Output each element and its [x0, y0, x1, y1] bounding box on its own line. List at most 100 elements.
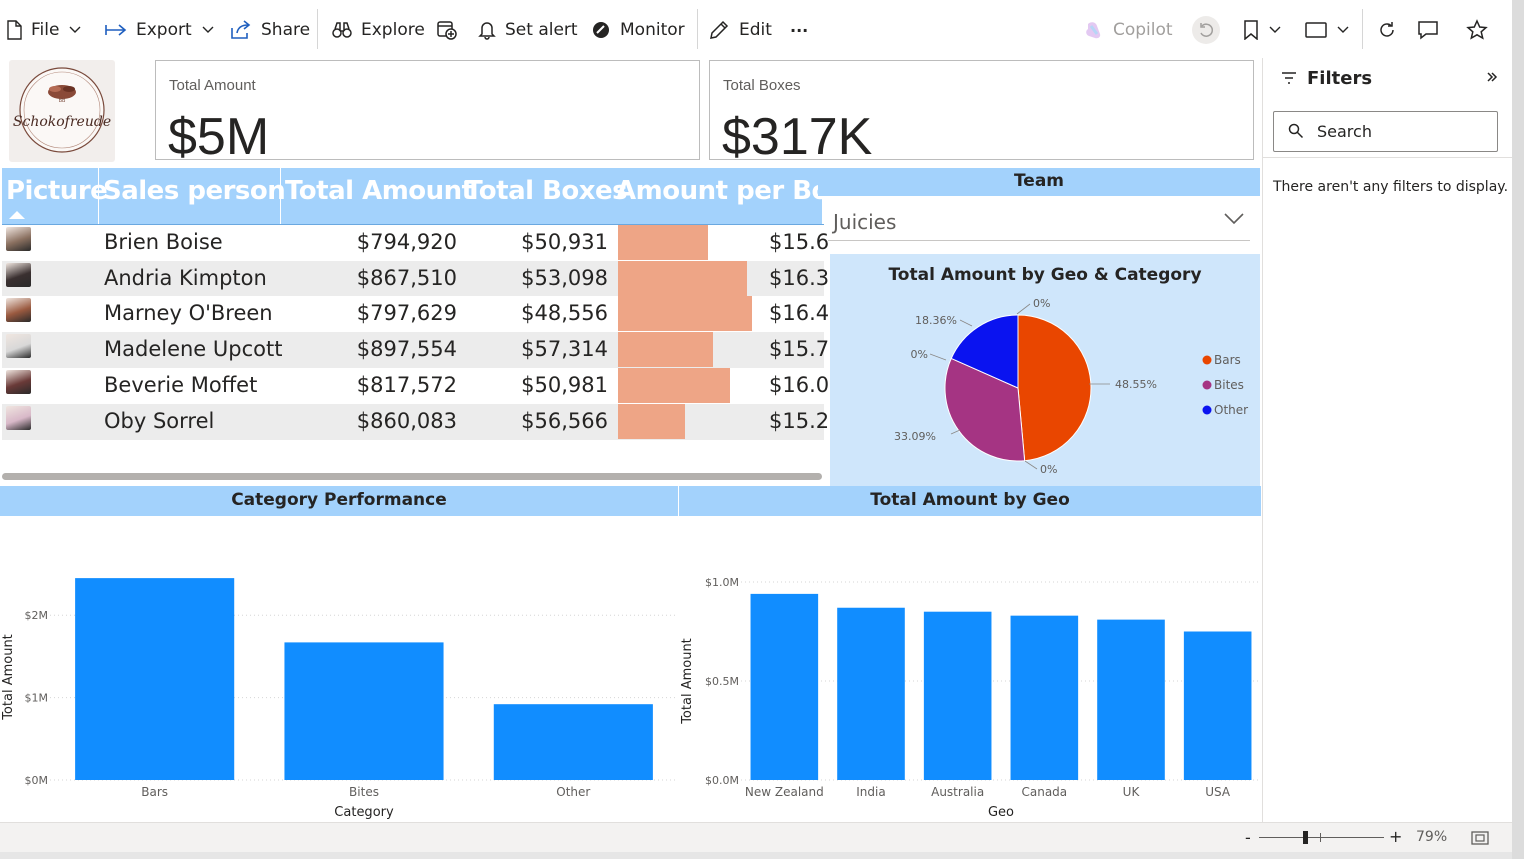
status-bar: - + 79%	[0, 822, 1512, 852]
subscribe-button[interactable]	[436, 18, 458, 42]
pie-data-label: 18.36%	[915, 314, 957, 327]
table-row[interactable]: Oby Sorrel $860,083 $56,566 $15.2	[2, 403, 829, 440]
legend-label-bites[interactable]: Bites	[1214, 378, 1244, 392]
bar-uk[interactable]	[1097, 619, 1165, 780]
filters-search-input[interactable]: Search	[1273, 111, 1498, 152]
y-axis-title: Total Amount	[680, 638, 695, 725]
pie-leader-line	[1024, 460, 1038, 470]
salesperson-photo	[6, 227, 31, 251]
amount-per-box-cell: $15.6	[769, 230, 830, 254]
geo-bar-chart[interactable]: $0.0M $0.5M $1.0M New Zealand India Australia…	[679, 516, 1261, 822]
table-row[interactable]: Madelene Upcott $897,554 $57,314 $15.7	[2, 332, 829, 369]
bar-usa[interactable]	[1183, 631, 1252, 781]
category-chart-title: Category Performance	[0, 486, 678, 516]
x-tick-label: Australia	[931, 785, 984, 799]
bar-bars[interactable]	[75, 578, 235, 780]
copilot-button[interactable]: Copilot	[1084, 18, 1173, 42]
set-alert-button[interactable]: Set alert	[478, 18, 578, 42]
total-amount-card[interactable]: Total Amount $5M	[155, 60, 700, 166]
total-amount-cell: $817,572	[356, 372, 457, 397]
window-right-edge	[1512, 0, 1524, 859]
bar-other[interactable]	[493, 704, 653, 780]
table-row[interactable]: Marney O'Breen $797,629 $48,556 $16.4	[2, 296, 829, 333]
table-row[interactable]: Andria Kimpton $867,510 $53,098 $16.3	[2, 260, 829, 297]
x-tick-label: Bites	[349, 785, 379, 799]
column-header-amount-per-box[interactable]: Amount per Box	[616, 176, 846, 206]
reset-button[interactable]	[1192, 16, 1220, 44]
more-options-button[interactable]: ···	[790, 18, 808, 42]
bar-bites[interactable]	[284, 642, 444, 780]
y-axis-title: Total Amount	[1, 634, 16, 721]
zoom-slider-track[interactable]	[1259, 837, 1384, 838]
amount-per-box-databar	[618, 260, 747, 296]
x-axis-title: Geo	[988, 805, 1014, 820]
bookmark-menu[interactable]	[1243, 18, 1281, 42]
zoom-out-button[interactable]: -	[1245, 828, 1251, 847]
pie-chart-visual[interactable]: Total Amount by Geo & Category 48.55% 33.…	[830, 254, 1260, 486]
bar-india[interactable]	[837, 607, 905, 780]
table-row[interactable]: Brien Boise $794,920 $50,931 $15.6	[2, 225, 829, 261]
export-label: Export	[136, 20, 192, 40]
total-boxes-card[interactable]: Total Boxes $317K	[709, 60, 1254, 166]
total-boxes-cell: $48,556	[521, 301, 608, 326]
report-toolbar: File Export Share Explore Set alert Moni…	[0, 0, 1524, 58]
export-arrow-icon	[105, 23, 127, 37]
total-boxes-cell: $53,098	[521, 265, 608, 290]
pie-leader-line	[959, 319, 973, 327]
legend-label-bars[interactable]: Bars	[1214, 353, 1241, 367]
comments-button[interactable]	[1417, 18, 1439, 42]
file-menu[interactable]: File	[6, 18, 81, 42]
bar-canada[interactable]	[1010, 615, 1079, 780]
logo-small-text: BB	[59, 98, 66, 104]
geo-chart-title: Total Amount by Geo	[679, 486, 1261, 516]
collapse-pane-icon[interactable]	[1486, 70, 1498, 84]
no-filters-message: There aren't any filters to display.	[1273, 179, 1509, 195]
amount-per-box-databar	[618, 225, 708, 260]
category-bar-chart[interactable]: $0M $1M $2M Bars Bites Other Category Total Amo…	[0, 516, 678, 822]
bar-australia[interactable]	[923, 611, 992, 780]
copilot-label: Copilot	[1113, 20, 1173, 40]
card-value: $5M	[168, 108, 270, 166]
bar-new-zealand[interactable]	[750, 593, 819, 780]
total-boxes-cell: $50,931	[521, 230, 608, 254]
favorite-button[interactable]	[1466, 18, 1488, 42]
column-header-total-boxes[interactable]: Total Boxes	[465, 176, 628, 206]
view-menu[interactable]	[1305, 18, 1349, 42]
total-amount-cell: $797,629	[356, 301, 457, 326]
x-axis-title: Category	[334, 805, 394, 820]
legend-label-other[interactable]: Other	[1214, 403, 1248, 417]
column-header-picture[interactable]: Picture	[6, 176, 108, 206]
x-tick-label: Bars	[141, 785, 168, 799]
column-header-total-amount[interactable]: Total Amount	[285, 176, 474, 206]
fit-to-page-icon[interactable]	[1471, 831, 1489, 845]
pie-leader-line	[1016, 303, 1031, 315]
x-tick-label: India	[856, 785, 885, 799]
pie-leader-line	[950, 429, 961, 435]
x-tick-label: UK	[1123, 785, 1141, 799]
amount-per-box-cell: $16.4	[769, 301, 830, 326]
table-horizontal-scrollbar[interactable]	[2, 473, 822, 480]
y-tick-label: $0M	[25, 774, 49, 787]
explore-button[interactable]: Explore	[332, 18, 425, 42]
table-row[interactable]: Beverie Moffet $817,572 $50,981 $16.0	[2, 367, 829, 404]
sort-ascending-icon	[8, 210, 26, 220]
y-tick-label: $1.0M	[705, 576, 739, 589]
zoom-in-button[interactable]: +	[1389, 827, 1402, 846]
edit-button[interactable]: Edit	[708, 18, 772, 42]
column-header-sales-person[interactable]: Sales person	[103, 176, 286, 206]
pie-slice-bars[interactable]	[1017, 314, 1092, 462]
monitor-button[interactable]: Monitor	[591, 18, 685, 42]
card-value: $317K	[722, 108, 873, 166]
share-button[interactable]: Share	[230, 18, 310, 42]
zoom-slider-thumb[interactable]	[1303, 831, 1308, 844]
window-bottom-edge	[0, 852, 1524, 859]
team-slicer-dropdown[interactable]: Juicies	[828, 201, 1250, 241]
refresh-button[interactable]	[1377, 18, 1397, 42]
bookmark-icon	[1243, 20, 1259, 40]
chevron-down-icon	[1224, 213, 1244, 225]
team-slicer-selected: Juicies	[833, 210, 897, 234]
amount-per-box-cell: $16.0	[769, 372, 830, 397]
export-menu[interactable]: Export	[105, 18, 214, 42]
salesperson-name: Madelene Upcott	[104, 337, 283, 362]
x-tick-label: USA	[1205, 785, 1231, 799]
